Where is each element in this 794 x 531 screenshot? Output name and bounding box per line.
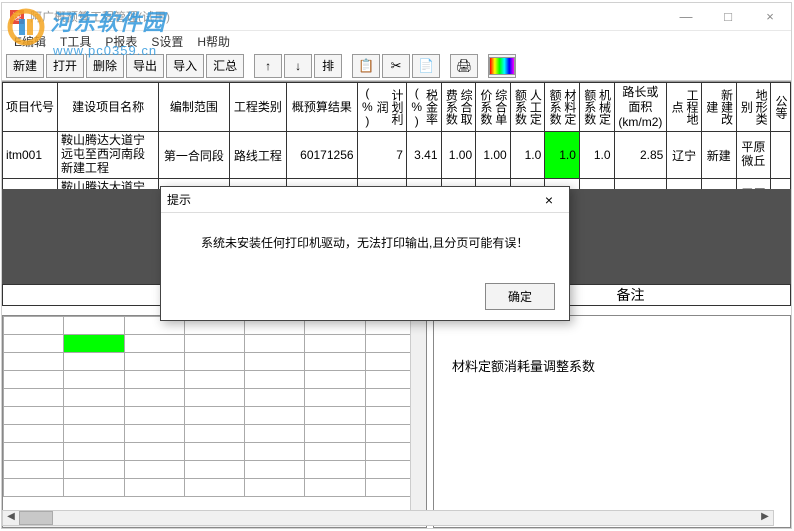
print-icon: 🖨 — [456, 58, 473, 74]
delete-button[interactable]: 删除 — [86, 54, 124, 78]
col-tax: 税金率(%) — [406, 83, 441, 132]
color-button[interactable] — [488, 54, 516, 78]
col-profit: 计划利润(%) — [357, 83, 406, 132]
menu-settings[interactable]: S设置 — [145, 31, 189, 52]
col-kind: 新建改建 — [701, 83, 736, 132]
dialog-title: 提示 — [167, 191, 535, 208]
sort-button[interactable]: 排 — [314, 54, 342, 78]
window-title: 阿广概预算工程管理(试用) — [30, 8, 665, 25]
minimize-button[interactable]: — — [665, 4, 707, 30]
main-horizontal-scrollbar[interactable]: ◀ ▶ — [2, 510, 774, 526]
message-dialog: 提示 × 系统未安装任何打印机驱动，无法打印输出,且分页可能有误！ 确定 — [160, 186, 570, 321]
col-result[interactable]: 概预算结果 — [287, 83, 357, 132]
paste-button[interactable]: 📄 — [412, 54, 440, 78]
maximize-button[interactable]: □ — [707, 4, 749, 30]
col-type[interactable]: 工程类别 — [229, 83, 287, 132]
copy-button[interactable]: 📋 — [352, 54, 380, 78]
main-grid[interactable]: 项目代号 建设项目名称 编制范围 工程类别 概预算结果 计划利润(%) 税金率(… — [2, 81, 791, 187]
dialog-message: 系统未安装任何打印机驱动，无法打印输出,且分页可能有误！ — [161, 213, 569, 262]
panel-text: 材料定额消耗量调整系数 — [452, 356, 780, 375]
menu-help[interactable]: H帮助 — [191, 31, 236, 52]
menu-reports[interactable]: P报表 — [99, 31, 143, 52]
col-loc: 工程地点 — [667, 83, 702, 132]
import-button[interactable]: 导入 — [166, 54, 204, 78]
dialog-close-button[interactable]: × — [535, 192, 563, 208]
menu-edit[interactable]: E编辑 — [8, 31, 52, 52]
col-len: 路长或面积(km/m2) — [614, 83, 667, 132]
lower-right-panel: 材料定额消耗量调整系数 — [433, 315, 791, 528]
new-button[interactable]: 新建 — [6, 54, 44, 78]
scroll-thumb[interactable] — [19, 511, 53, 525]
selected-cell[interactable] — [64, 335, 124, 353]
close-button[interactable]: × — [749, 4, 791, 30]
col-name[interactable]: 建设项目名称 — [58, 83, 159, 132]
col-grade: 公等 — [771, 83, 791, 132]
col-terrain: 地形类别 — [736, 83, 771, 132]
scroll-left-arrow[interactable]: ◀ — [3, 511, 19, 525]
color-swatch-icon — [489, 57, 515, 75]
col-f2: 综合单价系数 — [476, 83, 511, 132]
col-f3: 人工定额系数 — [510, 83, 545, 132]
header-row: 项目代号 建设项目名称 编制范围 工程类别 概预算结果 计划利润(%) 税金率(… — [3, 83, 791, 132]
table-row[interactable]: itm001 鞍山腾达大道宁远屯至西河南段新建工程 第一合同段 路线工程 601… — [3, 132, 791, 178]
summary-button[interactable]: 汇总 — [206, 54, 244, 78]
col-code[interactable]: 项目代号 — [3, 83, 58, 132]
col-scope[interactable]: 编制范围 — [159, 83, 229, 132]
copy-icon: 📋 — [358, 58, 374, 74]
titlebar: 速 阿广概预算工程管理(试用) — □ × — [2, 3, 791, 31]
menubar: E编辑 T工具 P报表 S设置 H帮助 — [2, 31, 791, 51]
app-icon: 速 — [10, 10, 24, 24]
export-button[interactable]: 导出 — [126, 54, 164, 78]
mini-vertical-scrollbar[interactable] — [410, 316, 426, 511]
menu-tools[interactable]: T工具 — [54, 31, 97, 52]
cut-button[interactable]: ✂ — [382, 54, 410, 78]
cut-icon: ✂ — [391, 58, 402, 74]
col-mat: 材料定额系数 — [545, 83, 580, 132]
lower-left-grid[interactable] — [2, 315, 427, 528]
paste-icon: 📄 — [418, 58, 434, 74]
col-mech: 机械定额系数 — [579, 83, 614, 132]
ok-button[interactable]: 确定 — [485, 283, 555, 310]
print-button[interactable]: 🖨 — [450, 54, 478, 78]
move-up-button[interactable]: ↑ — [254, 54, 282, 78]
toolbar: 新建 打开 删除 导出 导入 汇总 ↑ ↓ 排 📋 ✂ 📄 🖨 — [2, 51, 791, 81]
open-button[interactable]: 打开 — [46, 54, 84, 78]
move-down-button[interactable]: ↓ — [284, 54, 312, 78]
col-f1: 综合取费系数 — [441, 83, 476, 132]
scroll-right-arrow[interactable]: ▶ — [757, 511, 773, 525]
